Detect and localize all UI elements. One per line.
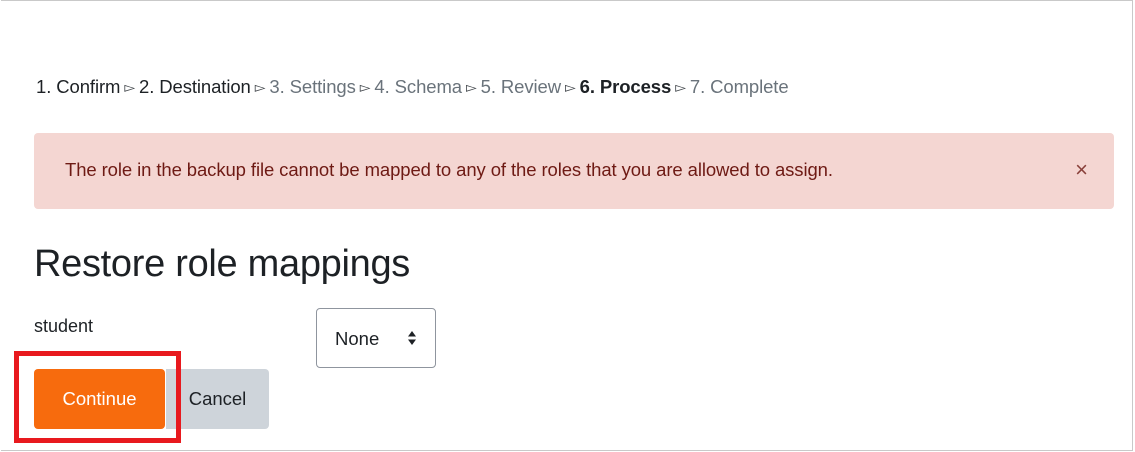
step-destination: 2. Destination	[139, 76, 251, 97]
step-process: 6. Process	[579, 76, 672, 97]
role-mapping-select[interactable]: None	[316, 308, 436, 368]
step-schema: 4. Schema	[374, 76, 462, 97]
step-separator-arrow-icon: ▻	[465, 79, 477, 95]
restore-progress-steps: 1. Confirm ▻ 2. Destination ▻ 3. Settings ▻ 4.…	[36, 76, 789, 98]
step-settings: 3. Settings	[269, 76, 356, 97]
step-confirm: 1. Confirm	[36, 76, 121, 97]
cancel-button[interactable]: Cancel	[166, 369, 269, 429]
step-separator-arrow-icon: ▻	[359, 79, 371, 95]
step-separator-arrow-icon: ▻	[254, 79, 266, 95]
page-title: Restore role mappings	[34, 243, 411, 285]
sort-caret-icon	[408, 331, 416, 345]
role-label-student: student	[34, 316, 94, 336]
step-separator-arrow-icon: ▻	[564, 79, 576, 95]
continue-button[interactable]: Continue	[34, 369, 165, 429]
step-complete: 7. Complete	[689, 76, 789, 97]
step-separator-arrow-icon: ▻	[124, 79, 135, 95]
alert-message: The role in the backup file cannot be ma…	[65, 159, 833, 180]
step-review: 5. Review	[480, 76, 561, 97]
role-select-value: None	[335, 328, 380, 349]
step-separator-arrow-icon: ▻	[675, 79, 686, 95]
close-icon[interactable]: ×	[1075, 159, 1088, 181]
error-alert: The role in the backup file cannot be ma…	[34, 133, 1114, 209]
